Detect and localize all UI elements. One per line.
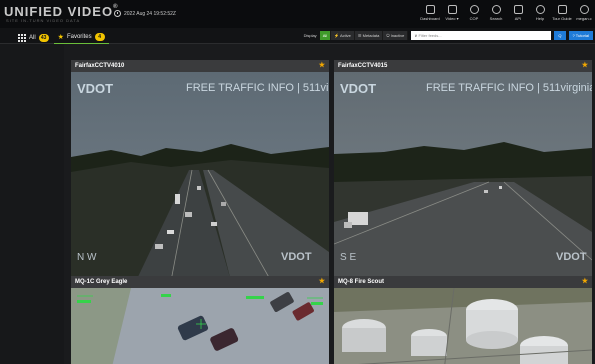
feed-toolbar: All 43 ★ Favorites 4 Display All ⚡ Activ… [0,28,595,45]
logo-tagline: SITE IN-TURN VIDEO DATA [6,18,81,23]
app-window: UNIFIED VIDEO® SITE IN-TURN VIDEO DATA 2… [0,0,595,364]
filter-feeds-input[interactable]: ∨ Filter feeds... [411,31,552,40]
feed-grid: FairfaxCCTV4010 ★ FREE TRAFFIC INFO | 51… [64,44,595,364]
video-icon [447,5,457,14]
nav-user[interactable]: megan.c [573,5,595,21]
feed-title: FairfaxCCTV4010 [75,63,125,69]
feed-title: FairfaxCCTV4015 [338,63,388,69]
feed-title: MQ-1C Grey Eagle [75,279,128,285]
feed-panel[interactable]: FairfaxCCTV4010 ★ FREE TRAFFIC INFO | 51… [71,60,329,290]
nav-api[interactable]: API [507,5,529,21]
grid-icon [18,34,26,42]
clock: 2022 Aug 24 19:52:52Z [114,10,176,17]
feed-panel[interactable]: MQ-1C Grey Eagle ★ [71,276,329,364]
feed-panel-header: MQ-8 Fire Scout ★ [334,276,592,288]
cop-icon [469,5,479,14]
main-nav: Dashboard Video ▾ COP Search API Help To… [419,5,595,21]
feed-panel[interactable]: FairfaxCCTV4015 ★ FREE TRAFFIC INFO | 51… [334,60,592,290]
tour-guide-icon [557,5,567,14]
tab-all-count: 43 [38,34,49,42]
nav-tour-guide[interactable]: Tour Guide [551,5,573,21]
search-button-icon: Q [558,33,562,38]
feed-video[interactable] [334,288,592,364]
nav-label: Search [489,16,503,21]
user-icon [579,5,589,14]
display-metadata-option[interactable]: ☰ Metadata [354,31,384,40]
nav-cop[interactable]: COP [463,5,485,21]
top-bar: UNIFIED VIDEO® SITE IN-TURN VIDEO DATA 2… [0,0,595,28]
favorite-star-icon[interactable]: ★ [319,276,325,288]
tab-favorites[interactable]: ★ Favorites 4 [53,31,109,45]
favorite-star-icon[interactable]: ★ [319,60,325,72]
nav-search[interactable]: Search [485,5,507,21]
app-logo[interactable]: UNIFIED VIDEO® [4,4,119,19]
filter-placeholder: Filter feeds... [418,33,442,38]
nav-label: Dashboard [420,16,440,21]
display-label: Display [303,33,317,38]
feed-panel-header: FairfaxCCTV4015 ★ [334,60,592,72]
clock-icon [114,10,121,17]
tab-all[interactable]: All 43 [18,34,49,42]
display-toggle: All ⚡ Active ☰ Metadata ⏻ Inactive [319,31,409,40]
nav-label: COP [469,16,479,21]
display-active-option[interactable]: ⚡ Active [331,31,355,40]
chevron-down-icon: ∨ [414,33,418,38]
screen: UNIFIED VIDEO® SITE IN-TURN VIDEO DATA 2… [0,0,595,364]
display-inactive-option[interactable]: ⏻ Inactive [383,31,409,40]
vdot-logo: VDOT [77,81,113,96]
feed-overlay-text: FREE TRAFFIC INFO | 511virginia.org [186,82,329,94]
nav-label: Tour Guide [552,16,572,21]
nav-help[interactable]: Help [529,5,551,21]
vdot-watermark: VDOT [281,251,312,263]
vdot-watermark: VDOT [556,251,587,263]
feed-panel-header: MQ-1C Grey Eagle ★ [71,276,329,288]
display-all-option[interactable]: All [319,31,332,40]
feed-title: MQ-8 Fire Scout [338,279,385,285]
compass-label: N W [77,252,97,263]
vdot-logo: VDOT [340,81,376,96]
dashboard-icon [425,5,435,14]
feed-video[interactable] [71,288,329,364]
left-rail [0,44,64,364]
tab-favorites-label: Favorites [66,34,92,40]
nav-dashboard[interactable]: Dashboard [419,5,441,21]
nav-label: API [514,16,522,21]
feed-video[interactable]: FREE TRAFFIC INFO | 511virginia.org VDOT… [334,72,592,281]
star-icon: ★ [57,34,64,41]
feed-tabs: All 43 ★ Favorites 4 [18,31,109,45]
nav-video[interactable]: Video ▾ [441,5,463,21]
logo-text: UNIFIED VIDEO [4,4,114,19]
display-controls: Display All ⚡ Active ☰ Metadata ⏻ Inacti… [304,31,593,40]
search-icon [491,5,501,14]
nav-label: Video ▾ [445,16,459,21]
nav-label: megan.c [576,16,592,21]
favorite-star-icon[interactable]: ★ [582,60,588,72]
feed-video[interactable]: FREE TRAFFIC INFO | 511virginia.org VDOT… [71,72,329,281]
api-icon [513,5,523,14]
search-button[interactable]: Q [554,31,566,40]
tab-favorites-count: 4 [94,33,105,41]
tab-all-label: All [29,35,36,41]
clock-text: 2022 Aug 24 19:52:52Z [124,10,176,17]
display-active-label: Active [340,33,351,38]
tutorial-button[interactable]: ? Tutorial [568,31,593,40]
help-circle-icon: ? [572,33,575,38]
compass-label: S E [340,252,356,263]
feed-panel-header: FairfaxCCTV4010 ★ [71,60,329,72]
display-inactive-label: Inactive [390,33,405,38]
help-icon [535,5,545,14]
feed-overlay-text: FREE TRAFFIC INFO | 511virginia.org [426,82,592,94]
favorite-star-icon[interactable]: ★ [582,276,588,288]
tutorial-label: Tutorial [575,33,589,38]
nav-label: Help [535,16,545,21]
feed-panel[interactable]: MQ-8 Fire Scout ★ [334,276,592,364]
display-metadata-label: Metadata [362,33,380,38]
